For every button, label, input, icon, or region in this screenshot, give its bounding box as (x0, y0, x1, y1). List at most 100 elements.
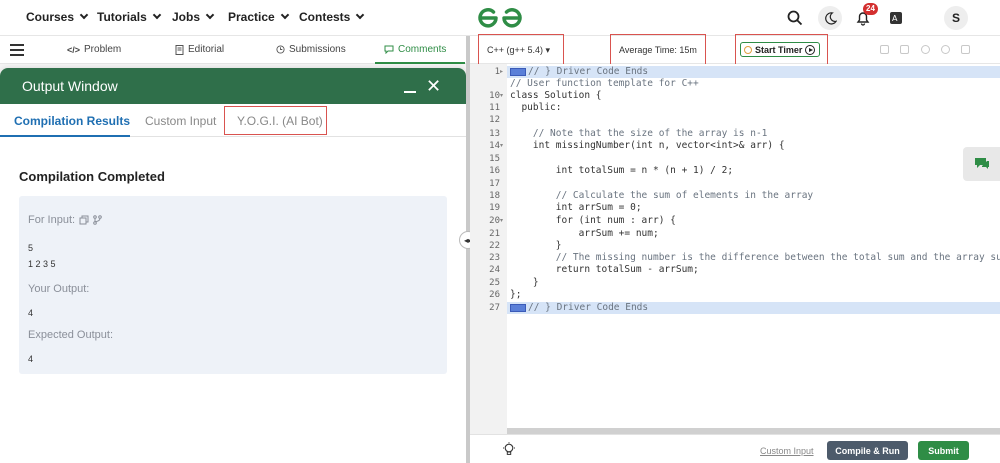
code-line: // User function template for C++ (510, 78, 699, 90)
line-number: 1 (494, 67, 500, 77)
line-number: 23 (489, 253, 500, 263)
for-input-label: For Input: (28, 214, 76, 226)
line-number: 17 (489, 179, 500, 189)
your-output-value: 4 (28, 308, 34, 318)
minimize-icon[interactable] (404, 91, 416, 93)
code-line: return totalSum - arrSum; (510, 264, 699, 275)
theme-toggle-moon-icon[interactable] (818, 6, 842, 30)
output-window-header: Output Window ✕ (0, 68, 466, 104)
code-line: for (int num : arr) { (510, 215, 676, 227)
expected-output-label: Expected Output: (28, 329, 113, 341)
notification-count-badge: 24 (863, 3, 878, 15)
output-window: Output Window ✕ Compilation Results Cust… (0, 68, 466, 463)
collapsed-region-icon[interactable] (510, 303, 526, 312)
code-text: // User function template for C++ (510, 78, 699, 89)
line-number: 18 (489, 191, 500, 201)
code-line: class Solution { (510, 90, 602, 101)
menu-icon[interactable] (10, 44, 24, 56)
code-text: // } Driver Code Ends (528, 302, 649, 313)
output-window-title: Output Window (22, 78, 118, 94)
reset-icon[interactable] (941, 45, 950, 54)
fullscreen-icon[interactable] (961, 45, 970, 54)
clock-icon (276, 45, 285, 54)
close-icon[interactable]: ✕ (426, 77, 441, 95)
copy-icon[interactable] (79, 215, 89, 225)
line-number: 11 (489, 103, 500, 113)
line-number: 24 (489, 265, 500, 275)
tab-submissions-label: Submissions (289, 44, 346, 55)
nav-courses-label: Courses (26, 10, 75, 24)
search-icon[interactable] (785, 8, 805, 28)
line-number: 20 (489, 216, 500, 226)
avatar[interactable]: S (944, 6, 968, 30)
nav-contests[interactable]: Contests (299, 10, 365, 24)
code-text: // Note that the size of the array is n-… (510, 128, 768, 139)
results-box: For Input: 5 1 2 3 5 Your Output: 4 Expe… (19, 196, 447, 374)
download-icon[interactable] (900, 45, 909, 54)
nav-contests-label: Contests (299, 10, 351, 24)
chevron-down-icon (356, 10, 365, 20)
code-text: // The missing number is the difference … (510, 252, 1000, 263)
highlight-box-yogi (224, 106, 327, 135)
for-input-row: For Input: (28, 214, 102, 226)
nav-tutorials-label: Tutorials (97, 10, 147, 24)
code-line: } (510, 240, 562, 251)
code-text: // } Driver Code Ends (528, 66, 649, 77)
tab-problem[interactable]: </> Problem (67, 44, 121, 55)
highlight-box-language (478, 34, 564, 67)
line-number: 19 (489, 203, 500, 213)
compile-run-button[interactable]: Compile & Run (827, 441, 908, 460)
nav-courses[interactable]: Courses (26, 10, 89, 24)
submit-button[interactable]: Submit (918, 441, 969, 460)
code-line: // Note that the size of the array is n-… (510, 128, 768, 140)
line-number: 14 (489, 141, 500, 151)
problem-tab-bar: </> Problem Editorial Submissions Commen… (0, 36, 466, 64)
your-output-label: Your Output: (28, 283, 90, 295)
tab-compilation-results[interactable]: Compilation Results (14, 114, 130, 128)
custom-input-link[interactable]: Custom Input (760, 446, 814, 456)
line-number: 16 (489, 166, 500, 176)
code-line: // Calculate the sum of elements in the … (510, 190, 813, 202)
fold-arrow-icon[interactable]: ▸ (500, 66, 503, 78)
top-navigation: Courses Tutorials Jobs Practice Contests… (0, 0, 1000, 36)
chat-bubble-icon[interactable] (963, 147, 1000, 181)
comment-icon (384, 45, 394, 54)
line-number: 25 (489, 278, 500, 288)
translate-icon[interactable]: A (886, 8, 906, 28)
code-line: // } Driver Code Ends (510, 302, 648, 314)
tab-submissions[interactable]: Submissions (276, 44, 346, 55)
code-line: int totalSum = n * (n + 1) / 2; (510, 165, 734, 176)
code-line: // The missing number is the difference … (510, 252, 1000, 264)
nav-practice[interactable]: Practice (228, 10, 289, 24)
highlight-box-start-timer (735, 34, 828, 67)
code-line: int arrSum = 0; (510, 202, 642, 213)
line-number: 21 (489, 229, 500, 239)
code-icon: </> (67, 44, 81, 55)
line-number: 26 (489, 290, 500, 300)
collapsed-region-icon[interactable] (510, 67, 526, 76)
code-line: public: (510, 102, 562, 113)
code-text: // Calculate the sum of elements in the … (510, 190, 814, 201)
tab-comments[interactable]: Comments (384, 44, 446, 55)
tab-editorial[interactable]: Editorial (175, 44, 224, 55)
nav-tutorials[interactable]: Tutorials (97, 10, 162, 24)
line-number: 12 (489, 115, 500, 125)
lightbulb-icon[interactable] (502, 442, 516, 456)
code-line: int missingNumber(int n, vector<int>& ar… (510, 140, 785, 151)
nav-jobs[interactable]: Jobs (172, 10, 215, 24)
geeksforgeeks-logo-icon[interactable] (476, 5, 524, 31)
document-icon (175, 44, 184, 55)
chevron-down-icon (205, 10, 215, 20)
line-number: 27 (489, 303, 500, 313)
code-editor[interactable] (507, 64, 1000, 434)
line-number: 13 (489, 129, 500, 139)
branch-icon[interactable] (93, 215, 102, 225)
tab-custom-input[interactable]: Custom Input (145, 114, 216, 128)
fold-arrow-icon[interactable]: ▾ (500, 215, 503, 227)
fold-arrow-icon[interactable]: ▾ (500, 140, 503, 152)
tab-editorial-label: Editorial (188, 44, 225, 55)
fold-arrow-icon[interactable]: ▾ (500, 90, 503, 102)
copy-code-icon[interactable] (880, 45, 889, 54)
active-output-tab-indicator (0, 135, 130, 137)
settings-icon[interactable] (921, 45, 930, 54)
